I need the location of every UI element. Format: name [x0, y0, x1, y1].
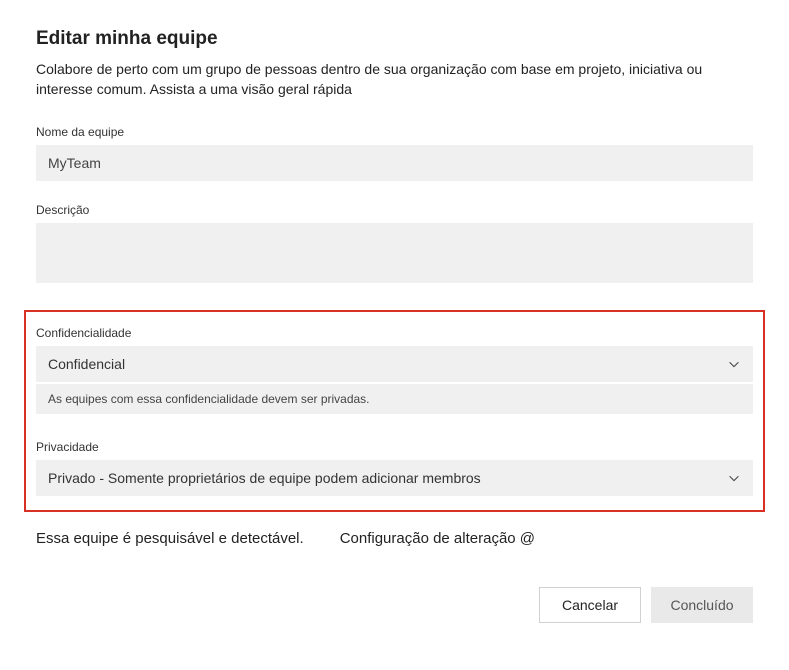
- privacy-select[interactable]: Privado - Somente proprietários de equip…: [36, 460, 753, 496]
- confidentiality-value: Confidencial: [48, 356, 125, 372]
- dialog-subtitle: Colabore de perto com um grupo de pessoa…: [36, 60, 753, 99]
- team-name-label: Nome da equipe: [36, 125, 753, 139]
- confidentiality-field: Confidencialidade Confidencial As equipe…: [36, 326, 753, 414]
- description-field: Descrição: [36, 203, 753, 288]
- privacy-field: Privacidade Privado - Somente proprietár…: [36, 440, 753, 496]
- dialog-button-row: Cancelar Concluído: [36, 587, 753, 623]
- description-label: Descrição: [36, 203, 753, 217]
- done-button[interactable]: Concluído: [651, 587, 753, 623]
- change-config-text: Configuração de alteração @: [340, 530, 535, 547]
- dialog-title: Editar minha equipe: [36, 28, 753, 50]
- privacy-label: Privacidade: [36, 440, 753, 454]
- cancel-button[interactable]: Cancelar: [539, 587, 641, 623]
- team-name-field: Nome da equipe: [36, 125, 753, 181]
- team-name-input[interactable]: [36, 145, 753, 181]
- confidentiality-helper: As equipes com essa confidencialidade de…: [36, 384, 753, 414]
- privacy-value: Privado - Somente proprietários de equip…: [48, 470, 481, 486]
- description-input[interactable]: [36, 223, 753, 283]
- edit-team-dialog: Editar minha equipe Colabore de perto co…: [0, 0, 789, 670]
- searchable-text: Essa equipe é pesquisável e detectável.: [36, 530, 304, 547]
- confidentiality-label: Confidencialidade: [36, 326, 753, 340]
- confidentiality-select[interactable]: Confidencial: [36, 346, 753, 382]
- footer-info-row: Essa equipe é pesquisável e detectável. …: [36, 530, 753, 547]
- highlighted-section: Confidencialidade Confidencial As equipe…: [24, 310, 765, 512]
